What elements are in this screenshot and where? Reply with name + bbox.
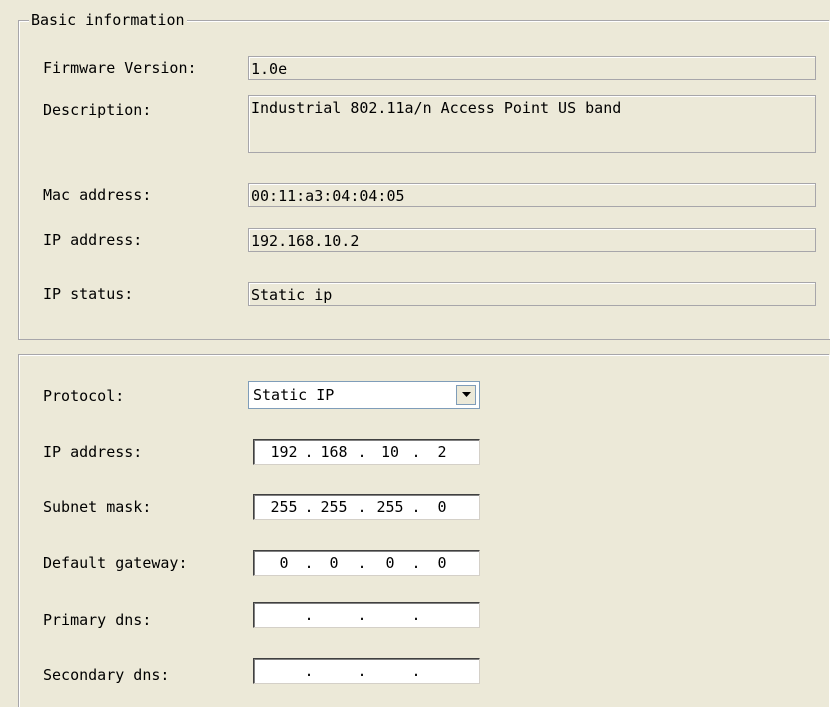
primary-dns-label: Primary dns: <box>43 611 152 629</box>
ip-separator-dot: . <box>304 606 314 624</box>
ip-separator-dot: . <box>411 554 421 572</box>
ip-separator-dot: . <box>411 498 421 516</box>
ip-octet-3[interactable]: 0 <box>370 551 410 575</box>
description-field: Industrial 802.11a/n Access Point US ban… <box>248 95 816 153</box>
description-label: Description: <box>43 101 152 119</box>
firmware-version-field: 1.0e <box>248 56 816 80</box>
subnet-mask-label: Subnet mask: <box>43 498 152 516</box>
mac-address-label: Mac address: <box>43 186 152 204</box>
ip-octet-2[interactable]: 0 <box>314 551 354 575</box>
ip-octet-4[interactable]: 2 <box>422 440 462 464</box>
ip-separator-dot: . <box>357 662 367 680</box>
ip-octet-1[interactable]: 0 <box>264 551 304 575</box>
ip-status-field: Static ip <box>248 282 816 306</box>
ip-octet-3[interactable]: 10 <box>370 440 410 464</box>
subnet-mask-input[interactable]: 255 255 255 0... <box>253 494 480 520</box>
ip-address-info-label: IP address: <box>43 231 143 249</box>
ip-octet-1[interactable]: 255 <box>264 495 304 519</box>
ip-status-label: IP status: <box>43 285 134 303</box>
secondary-dns-input[interactable]: ... <box>253 658 480 684</box>
firmware-version-label: Firmware Version: <box>43 59 197 77</box>
ip-separator-dot: . <box>411 662 421 680</box>
dropdown-button[interactable] <box>456 385 476 405</box>
basic-information-legend: Basic information <box>29 10 187 30</box>
primary-dns-input[interactable]: ... <box>253 602 480 628</box>
default-gateway-label: Default gateway: <box>43 554 188 572</box>
protocol-select-value: Static IP <box>253 386 335 404</box>
ip-separator-dot: . <box>304 662 314 680</box>
ip-separator-dot: . <box>304 554 314 572</box>
ip-octet-1[interactable]: 192 <box>264 440 304 464</box>
mac-address-field: 00:11:a3:04:04:05 <box>248 183 816 207</box>
ip-address-label: IP address: <box>43 443 143 461</box>
ip-octet-2[interactable]: 255 <box>314 495 354 519</box>
secondary-dns-label: Secondary dns: <box>43 666 170 684</box>
protocol-label: Protocol: <box>43 387 125 405</box>
ip-separator-dot: . <box>304 443 314 461</box>
ip-address-input[interactable]: 192 168 10 2... <box>253 439 480 465</box>
ip-octet-4[interactable]: 0 <box>422 495 462 519</box>
ip-separator-dot: . <box>411 443 421 461</box>
ip-address-info-field: 192.168.10.2 <box>248 228 816 252</box>
ip-separator-dot: . <box>304 498 314 516</box>
protocol-select[interactable]: Static IP <box>248 381 480 409</box>
ip-octet-3[interactable]: 255 <box>370 495 410 519</box>
default-gateway-input[interactable]: 0000... <box>253 550 480 576</box>
ip-separator-dot: . <box>357 443 367 461</box>
ip-octet-2[interactable]: 168 <box>314 440 354 464</box>
ip-separator-dot: . <box>357 606 367 624</box>
ip-separator-dot: . <box>357 498 367 516</box>
ip-separator-dot: . <box>357 554 367 572</box>
ip-separator-dot: . <box>411 606 421 624</box>
chevron-down-icon <box>461 392 471 397</box>
ip-octet-4[interactable]: 0 <box>422 551 462 575</box>
